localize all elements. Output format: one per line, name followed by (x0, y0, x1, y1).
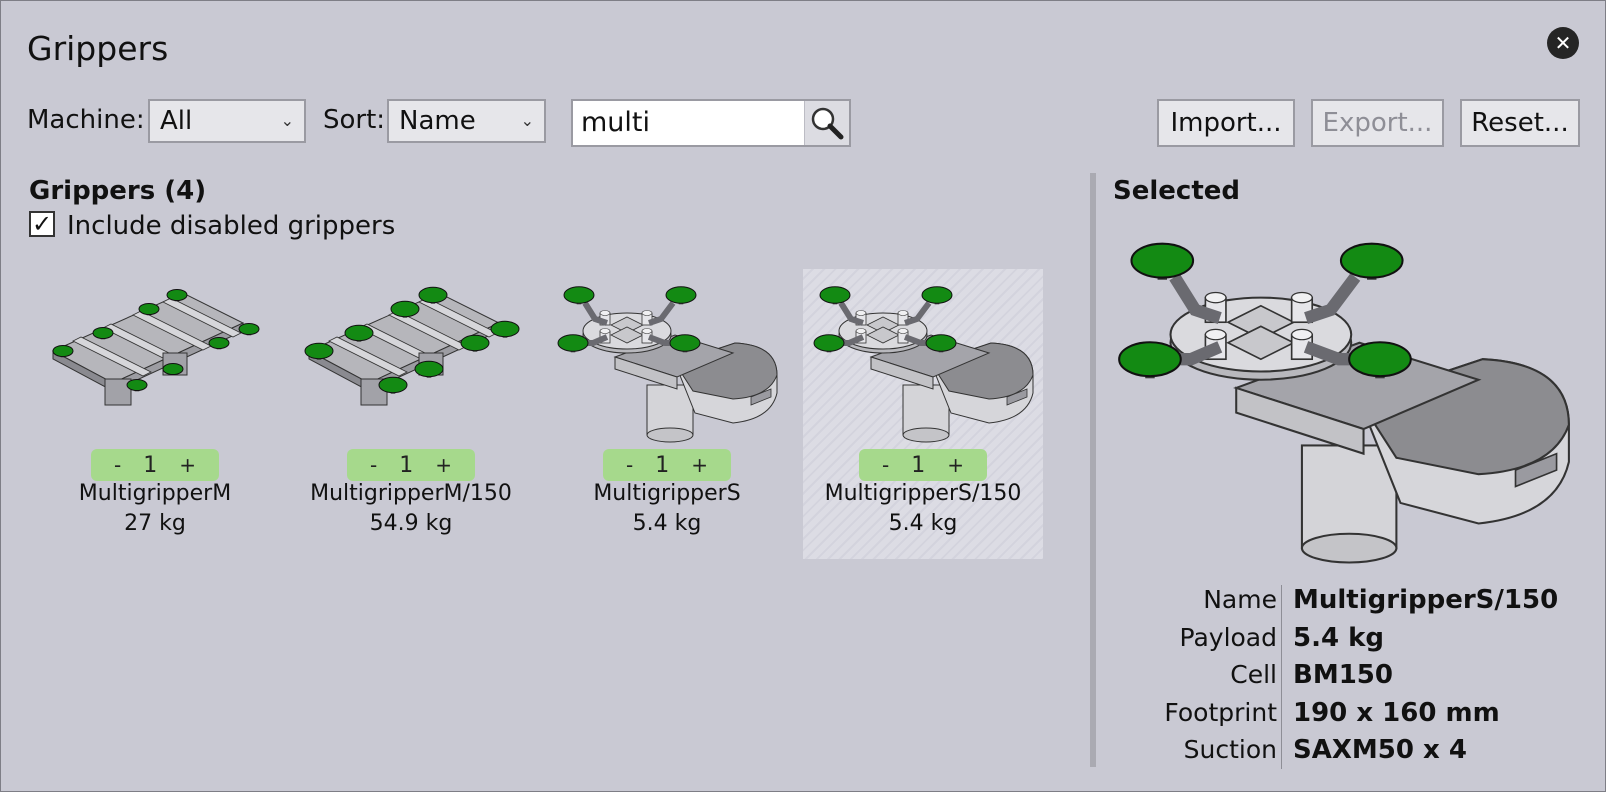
property-key: Name (1203, 585, 1277, 614)
gripper-name: MultigripperM/150 (310, 481, 512, 506)
include-disabled-checkbox[interactable]: ✓ (29, 211, 55, 237)
quantity-stepper[interactable]: - 1 + (859, 449, 987, 481)
import-button[interactable]: Import... (1157, 99, 1295, 147)
close-button[interactable]: ✕ (1547, 27, 1579, 59)
gripper-thumbnail (304, 286, 520, 406)
decrement-button[interactable]: - (370, 453, 377, 477)
decrement-button[interactable]: - (626, 453, 633, 477)
gripper-thumbnail (813, 286, 1034, 443)
include-disabled-label: Include disabled grippers (67, 211, 396, 241)
gripper-weight: 5.4 kg (888, 511, 958, 536)
property-key: Footprint (1164, 697, 1277, 727)
quantity-value: 1 (143, 452, 158, 478)
increment-button[interactable]: + (435, 453, 452, 477)
property-value: 5.4 kg (1293, 622, 1385, 653)
decrement-button[interactable]: - (882, 453, 889, 477)
search-field[interactable]: multi (571, 99, 851, 147)
decrement-button[interactable]: - (114, 453, 121, 477)
reset-button[interactable]: Reset... (1460, 99, 1580, 147)
increment-button[interactable]: + (179, 453, 196, 477)
grippers-count-header: Grippers (4) (29, 176, 207, 206)
selected-header: Selected (1113, 176, 1240, 206)
gripper-thumbnail (557, 286, 778, 443)
grippers-dialog: Grippers ✕ Machine: All ⌄ Sort: Name ⌄ m… (0, 0, 1606, 792)
gripper-tile[interactable]: - 1 + MultigripperM 27 kg (35, 269, 275, 559)
sort-select-value: Name (399, 106, 476, 136)
gripper-weight: 5.4 kg (632, 511, 702, 536)
gripper-name: MultigripperS/150 (824, 481, 1022, 506)
gripper-tile[interactable]: - 1 + MultigripperS/150 5.4 kg (803, 269, 1043, 559)
quantity-stepper[interactable]: - 1 + (347, 449, 475, 481)
gripper-thumbnail (51, 289, 260, 406)
property-key: Cell (1230, 660, 1277, 689)
gripper-tile[interactable]: - 1 + MultigripperS 5.4 kg (547, 269, 787, 559)
quantity-value: 1 (655, 452, 670, 478)
gripper-tile[interactable]: - 1 + MultigripperM/150 54.9 kg (291, 269, 531, 559)
quantity-stepper[interactable]: - 1 + (603, 449, 731, 481)
property-value: 190 x 160 mm (1293, 697, 1500, 728)
property-row: Name MultigripperS/150 (1101, 585, 1581, 622)
close-icon: ✕ (1554, 31, 1572, 55)
property-key: Payload (1179, 622, 1278, 652)
gripper-name: MultigripperS (593, 481, 741, 506)
sort-select[interactable]: Name ⌄ (387, 99, 546, 143)
increment-button[interactable]: + (691, 453, 708, 477)
quantity-stepper[interactable]: - 1 + (91, 449, 219, 481)
machine-select-value: All (160, 106, 193, 136)
property-row: Payload 5.4 kg (1101, 623, 1581, 660)
gripper-name: MultigripperM (78, 481, 232, 506)
machine-label: Machine: (27, 105, 145, 135)
quantity-value: 1 (399, 452, 414, 478)
quantity-value: 1 (911, 452, 926, 478)
gripper-weight: 27 kg (124, 511, 186, 536)
property-value: BM150 (1293, 660, 1393, 690)
export-button[interactable]: Export... (1311, 99, 1444, 147)
increment-button[interactable]: + (947, 453, 964, 477)
machine-select[interactable]: All ⌄ (148, 99, 306, 143)
sort-label: Sort: (323, 105, 386, 135)
property-row: Cell BM150 (1101, 660, 1581, 697)
property-row: Suction SAXM50 x 4 (1101, 735, 1581, 772)
search-button[interactable] (804, 101, 849, 145)
checkmark-icon: ✓ (31, 210, 53, 238)
search-input[interactable]: multi (581, 105, 650, 141)
property-row: Footprint 190 x 160 mm (1101, 698, 1581, 735)
search-icon (811, 107, 844, 140)
chevron-down-icon: ⌄ (280, 111, 294, 130)
selected-gripper-preview (1113, 215, 1573, 565)
property-key: Suction (1183, 735, 1277, 764)
dialog-title: Grippers (27, 29, 169, 68)
property-value: MultigripperS/150 (1293, 585, 1559, 615)
chevron-down-icon: ⌄ (520, 111, 534, 130)
gripper-weight: 54.9 kg (369, 511, 453, 536)
gripper-s-model-image (1118, 242, 1570, 564)
property-value: SAXM50 x 4 (1293, 735, 1467, 765)
